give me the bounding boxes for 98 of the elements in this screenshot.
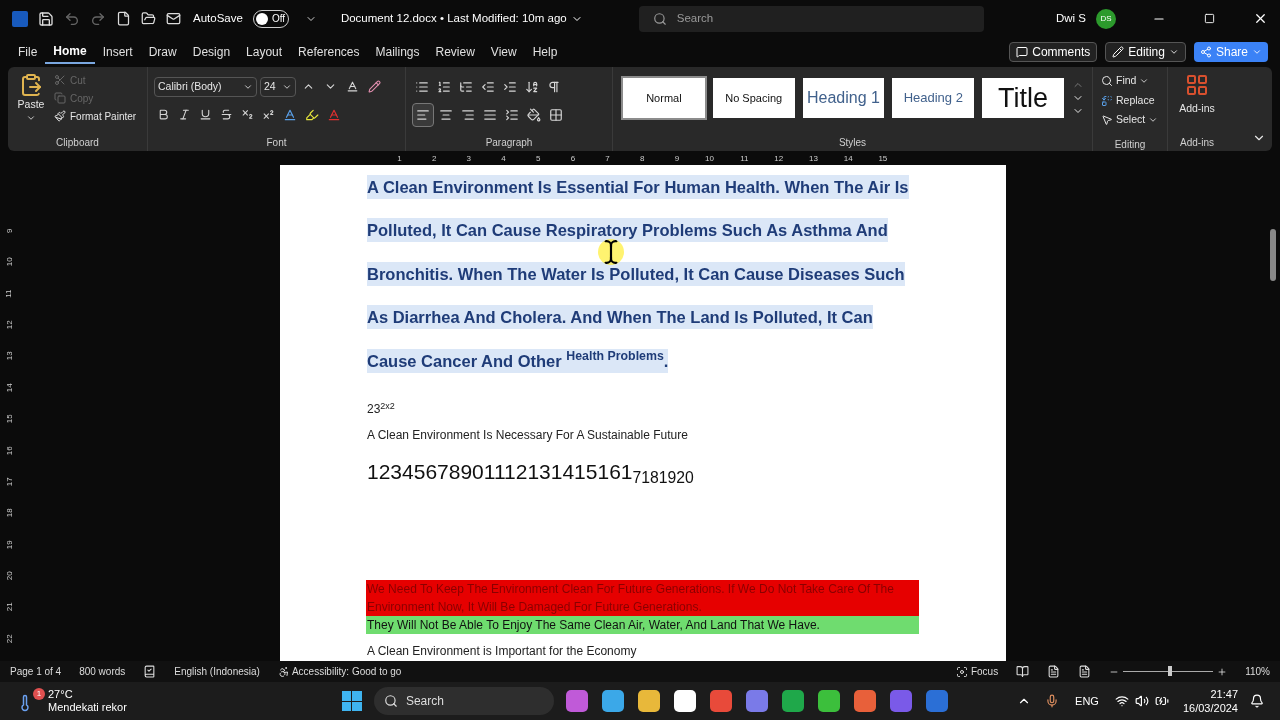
menu-tab[interactable]: View	[482, 39, 525, 64]
style-option[interactable]: Title	[980, 75, 1066, 120]
clipboard-icon	[19, 72, 43, 97]
app-icon[interactable]	[601, 690, 624, 713]
copy-icon	[54, 92, 66, 105]
group-label: Add-ins	[1180, 135, 1214, 150]
menu-tab[interactable]: References	[290, 39, 368, 64]
group-label: Font	[266, 135, 287, 150]
group-label: Editing	[1114, 137, 1146, 151]
search-field[interactable]: Search	[638, 5, 984, 32]
app-icon[interactable]	[637, 690, 660, 713]
volume-icon[interactable]	[1134, 694, 1149, 709]
restore-icon[interactable]	[1204, 13, 1215, 25]
word-count: 800 words	[79, 665, 126, 680]
comment-icon	[1016, 45, 1029, 58]
find-button[interactable]: Find	[1101, 72, 1159, 89]
scrollbar[interactable]	[1270, 228, 1276, 281]
menu-tab[interactable]: Draw	[140, 39, 185, 64]
new-file-icon[interactable]	[116, 11, 131, 27]
accessibility-icon	[277, 665, 290, 678]
group-label: Clipboard	[56, 135, 99, 150]
comments-button[interactable]: Comments	[1009, 41, 1098, 62]
clock-date: 16/03/2024	[1182, 701, 1238, 716]
highlighted-text: We Need To Keep The Environment Clean For Future Generations. If We Do Not Take Care Of The Environment Now, It Will Be Damaged For Future Generations.	[366, 579, 919, 616]
search-icon	[652, 11, 667, 26]
autosave-label: AutoSave	[193, 11, 243, 27]
font-size-field[interactable]: 24	[260, 76, 296, 97]
style-option[interactable]: Heading 2	[890, 75, 977, 120]
menu-tab[interactable]: Insert	[94, 39, 141, 64]
clock-time: 21:47	[1210, 687, 1238, 702]
page-count: Page 1 of 4	[10, 665, 62, 680]
notifications-icon[interactable]	[1250, 694, 1264, 709]
add-ins-button[interactable]: Add-ins	[1179, 72, 1215, 117]
zoom-in-icon[interactable]	[1217, 666, 1228, 677]
wifi-icon[interactable]	[1114, 694, 1129, 709]
share-button[interactable]: Share	[1193, 41, 1268, 62]
undo-icon[interactable]	[64, 10, 80, 27]
group-label: Paragraph	[485, 135, 533, 150]
grid-icon	[1185, 72, 1209, 97]
menu-tab[interactable]: Design	[184, 39, 239, 64]
document-title[interactable]: Document 12.docx • Last Modified: 10m ago	[340, 10, 583, 28]
user-name: Dwi S	[1055, 11, 1086, 27]
document-text: A Clean Environment is Important for the Economy	[367, 642, 638, 660]
user-avatar[interactable]: DS	[1096, 8, 1116, 29]
search-icon	[1101, 74, 1113, 87]
app-icon[interactable]	[817, 690, 840, 713]
document-text: 23$^{2x2}$	[367, 400, 396, 419]
replace-icon	[1101, 94, 1113, 107]
redo-icon[interactable]	[90, 10, 106, 27]
language-status: English (Indonesia)	[174, 665, 260, 680]
temperature: 27°C	[48, 688, 74, 702]
mail-icon[interactable]	[166, 11, 181, 27]
menu-tab[interactable]: File	[10, 39, 46, 64]
menu-tab[interactable]: Help	[524, 39, 566, 64]
pointer-icon	[1101, 114, 1113, 127]
share-icon	[1199, 45, 1212, 58]
weather-note: Mendekati rekor	[48, 701, 127, 715]
print-layout-icon[interactable]	[1047, 665, 1061, 679]
proofing-icon[interactable]	[143, 665, 157, 679]
notification-badge: 1	[33, 688, 45, 701]
start-icon[interactable]	[341, 691, 362, 712]
input-language[interactable]: ENG	[1075, 692, 1099, 710]
taskbar-search-field[interactable]: Search	[373, 687, 554, 716]
pencil-icon	[1112, 45, 1125, 58]
accessibility-status[interactable]: Accessibility: Good to go	[277, 664, 402, 680]
menu-tab[interactable]: Home	[45, 39, 95, 64]
save-icon[interactable]	[38, 10, 54, 27]
menu-tab[interactable]: Layout	[238, 39, 291, 64]
zoom-slider-thumb[interactable]	[1168, 666, 1173, 677]
focus-icon	[955, 665, 968, 678]
font-name-field[interactable]: Calibri (Body)	[154, 76, 257, 97]
scissors-icon	[54, 74, 66, 87]
replace-button[interactable]: Replace	[1101, 92, 1159, 109]
document-text: A Clean Environment Is Necessary For A Sustainable Future	[367, 427, 689, 445]
app-icon[interactable]	[673, 690, 696, 713]
app-logo-icon	[12, 10, 28, 27]
paintbrush-icon	[54, 110, 66, 123]
web-layout-icon[interactable]	[1078, 665, 1092, 679]
editing-button[interactable]: Editing	[1105, 41, 1186, 62]
focus-button[interactable]: Focus	[955, 664, 999, 680]
read-mode-icon[interactable]	[1016, 665, 1030, 679]
group-label: Styles	[838, 135, 867, 150]
document-text: 12345678901112131415161$_{7181920}$	[367, 459, 695, 488]
select-button[interactable]: Select	[1101, 112, 1159, 129]
menu-tab[interactable]: Review	[427, 39, 483, 64]
format-painter-button[interactable]: Format Painter	[54, 108, 137, 124]
style-option[interactable]: Normal	[621, 75, 707, 120]
paste-button[interactable]: Paste	[14, 72, 48, 135]
menu-tab[interactable]: Mailings	[367, 39, 428, 64]
search-icon	[383, 694, 398, 709]
style-option[interactable]: Heading 1	[800, 75, 887, 120]
open-folder-icon[interactable]	[141, 11, 156, 27]
vertical-ruler: 9 10 11 12 13 14 15 16 17 18 19 20 21 22	[3, 227, 14, 645]
microphone-icon[interactable]	[1045, 694, 1060, 709]
align-left-icon[interactable]	[412, 102, 434, 127]
horizontal-ruler: 1 2 3 4 5 6 7 8 9 10 11 12 13 14 15	[396, 153, 889, 164]
zoom-level: 110%	[1245, 665, 1270, 680]
style-option[interactable]: No Spacing	[710, 75, 797, 120]
